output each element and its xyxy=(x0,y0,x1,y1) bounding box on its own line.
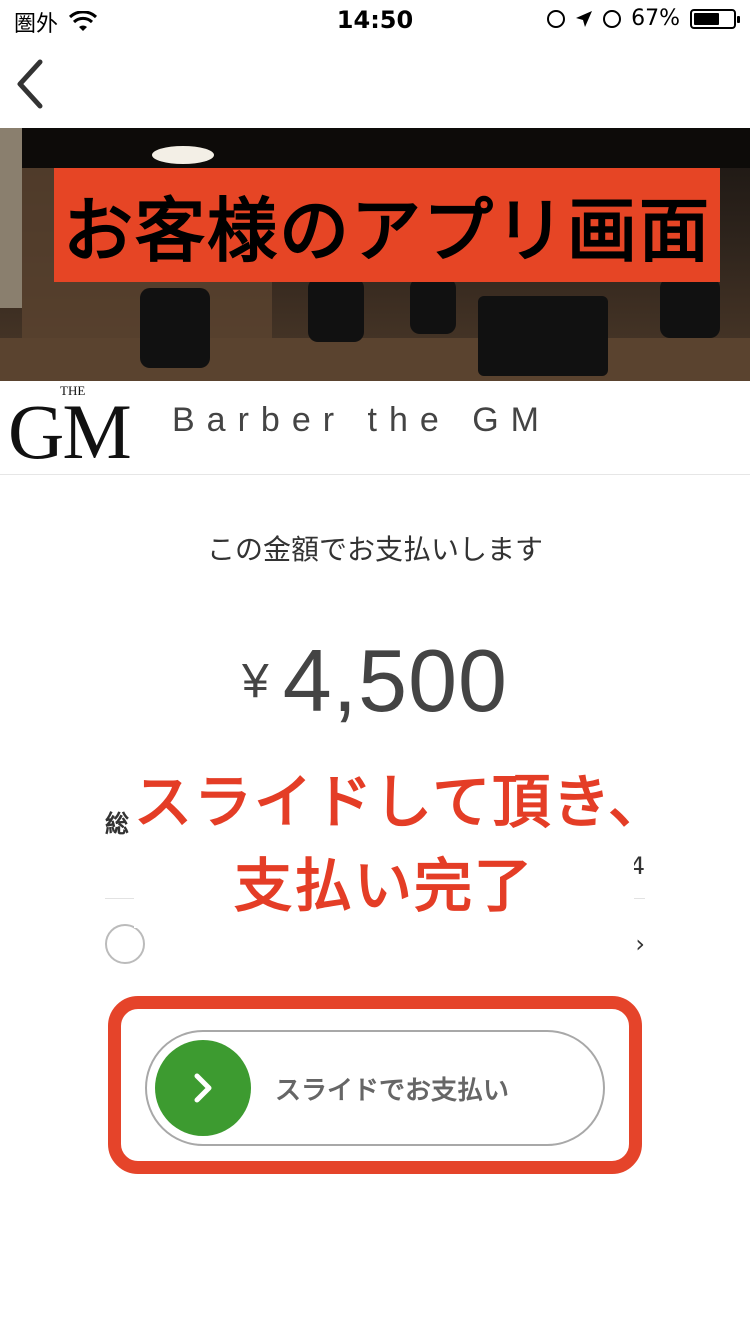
status-bar: 圏外 14:50 67% xyxy=(0,0,750,40)
annotation-line-2: 支払い完了 xyxy=(233,852,534,920)
alarm-icon xyxy=(603,9,622,28)
shop-logo: THE GM xyxy=(8,383,138,475)
amount-value: 4,500 xyxy=(282,631,508,730)
total-label: 総 xyxy=(105,810,129,838)
hero-floor xyxy=(0,338,750,381)
chevron-right-icon: › xyxy=(635,930,645,958)
shop-header: THE GM Barber the GM xyxy=(0,381,750,475)
hero-ceiling xyxy=(0,128,750,168)
barber-chair xyxy=(140,288,210,368)
status-right: 67% xyxy=(547,6,740,31)
back-button[interactable] xyxy=(10,56,60,112)
barber-chair xyxy=(308,278,364,342)
chevron-left-icon xyxy=(17,59,43,109)
slider-knob[interactable] xyxy=(155,1040,251,1136)
battery-icon xyxy=(690,8,740,29)
chevron-right-icon xyxy=(194,1073,212,1103)
radio-icon xyxy=(105,924,145,964)
hero-lamp xyxy=(152,146,214,164)
barber-chair xyxy=(410,278,456,334)
nav-bar xyxy=(0,40,750,128)
battery-level xyxy=(694,12,719,25)
hero-image: お客様のアプリ画面 xyxy=(0,128,750,381)
annotation-line-1: スライドして頂き、 xyxy=(134,768,669,836)
currency-symbol: ¥ xyxy=(242,654,269,708)
sofa xyxy=(478,296,608,376)
location-arrow-icon xyxy=(576,10,593,27)
shop-name: Barber the GM xyxy=(172,401,551,439)
payment-title: この金額でお支払いします xyxy=(206,533,543,566)
hero-banner: お客様のアプリ画面 xyxy=(54,168,720,282)
slide-to-pay-slider[interactable]: スライドでお支払い xyxy=(145,1030,605,1146)
hero-banner-text: お客様のアプリ画面 xyxy=(63,188,711,272)
rotation-lock-icon xyxy=(547,9,566,28)
payment-amount: ¥4,500 xyxy=(0,630,750,732)
logo-main-text: GM xyxy=(8,388,132,475)
hero-window xyxy=(0,128,22,308)
slider-label: スライドでお支払い xyxy=(275,1076,510,1106)
payment-method-row[interactable]: › xyxy=(105,924,645,968)
barber-chair xyxy=(660,278,720,338)
battery-percent: 67% xyxy=(631,6,680,31)
annotation-overlay: スライドして頂き、 支払い完了 xyxy=(134,760,669,928)
